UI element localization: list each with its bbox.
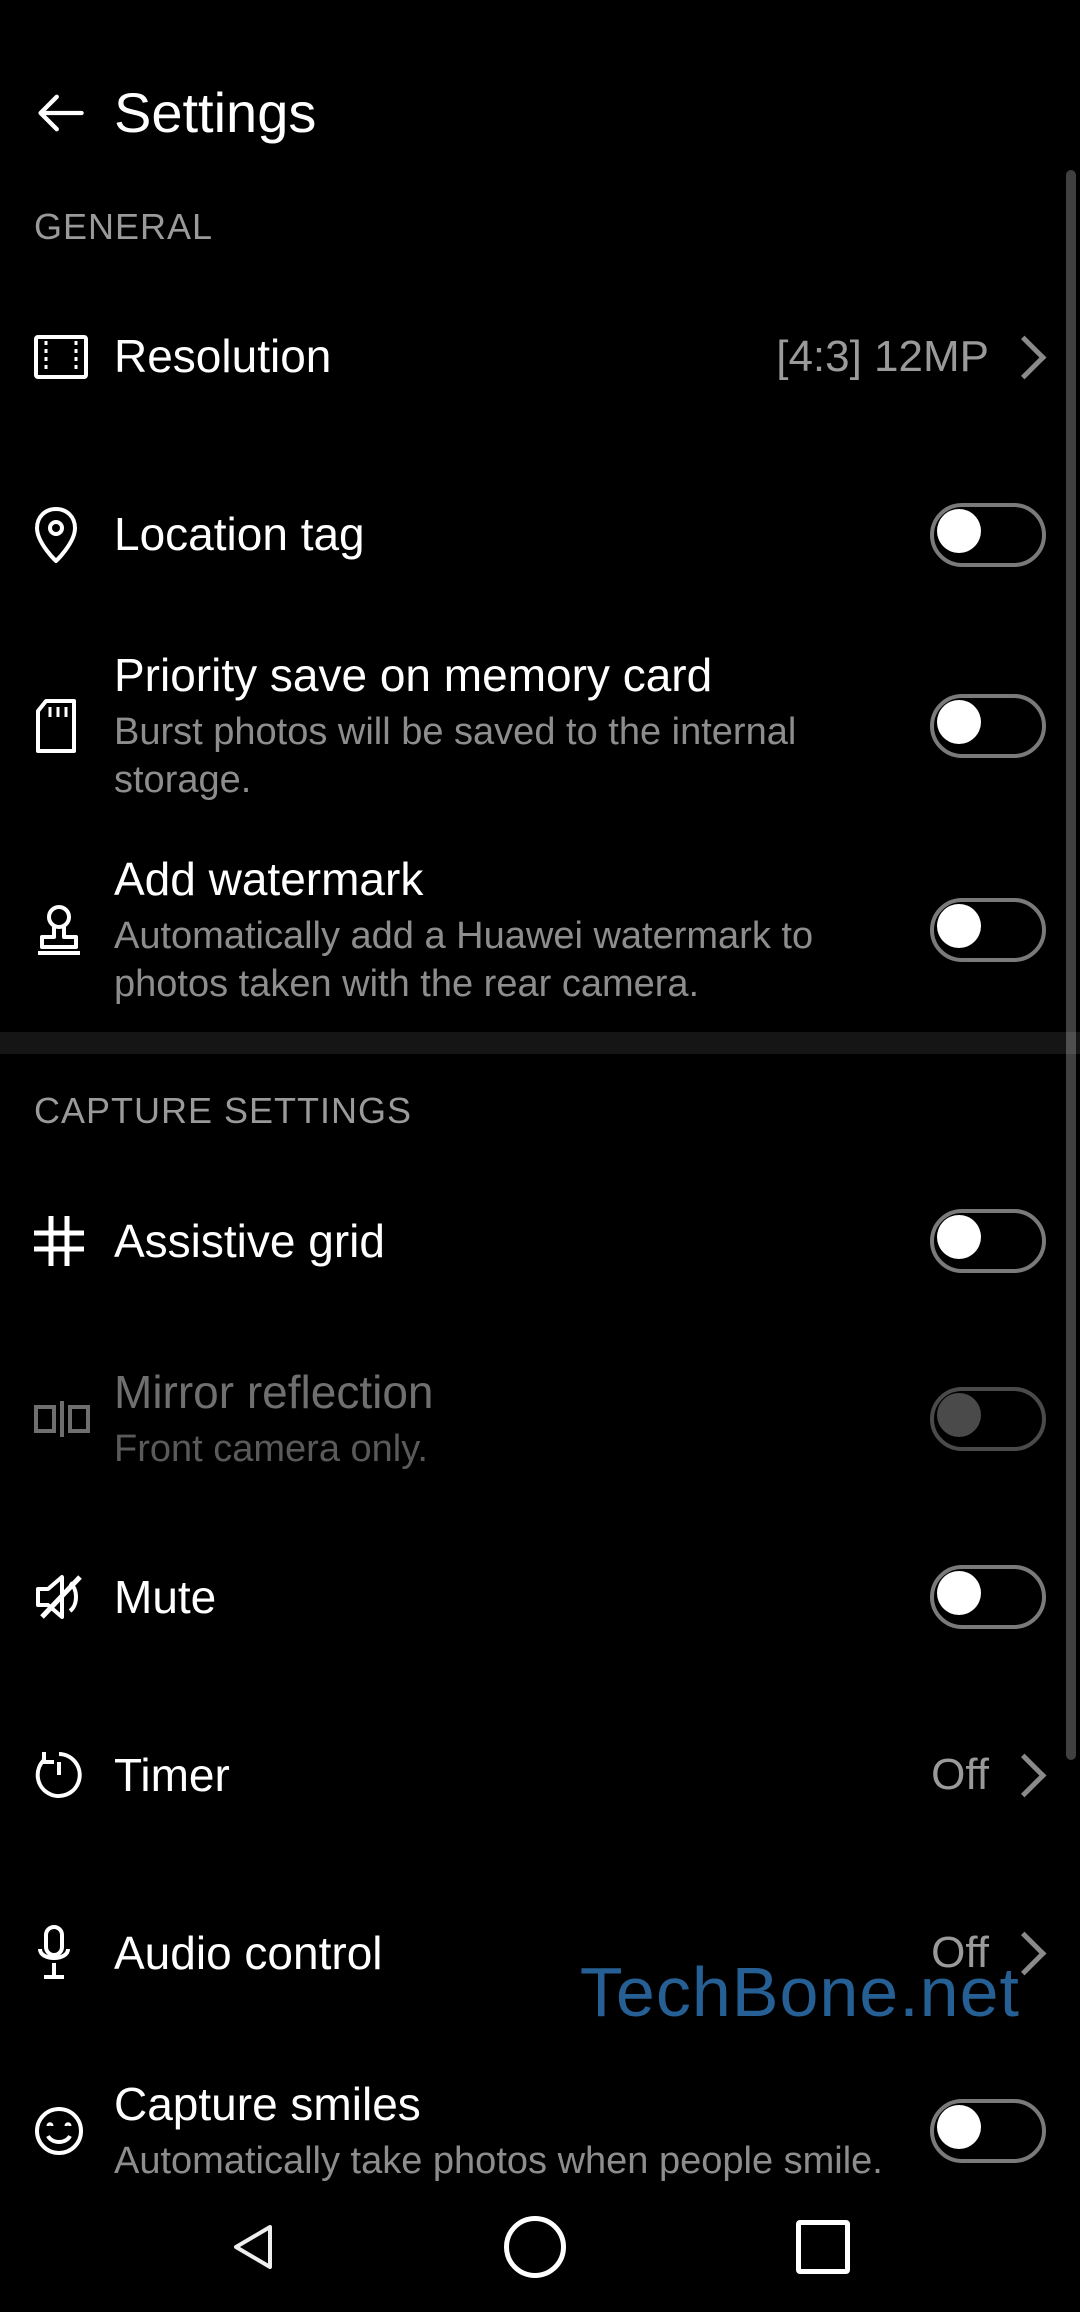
row-location-tag[interactable]: Location tag bbox=[0, 446, 1080, 624]
timer-icon bbox=[34, 1750, 84, 1800]
nav-back-icon bbox=[230, 2223, 274, 2271]
mirror-sub: Front camera only. bbox=[114, 1426, 910, 1474]
row-mute[interactable]: Mute bbox=[0, 1508, 1080, 1686]
watermark-label: Add watermark bbox=[114, 852, 910, 907]
mute-icon bbox=[34, 1573, 88, 1621]
location-tag-label: Location tag bbox=[114, 507, 910, 562]
section-header-general: GENERAL bbox=[0, 170, 1080, 268]
sd-card-icon bbox=[34, 699, 78, 753]
section-divider bbox=[0, 1032, 1080, 1054]
location-icon bbox=[34, 507, 78, 563]
mute-label: Mute bbox=[114, 1570, 910, 1625]
mirror-toggle bbox=[930, 1387, 1046, 1451]
row-resolution[interactable]: Resolution [4:3] 12MP bbox=[0, 268, 1080, 446]
grid-icon bbox=[34, 1216, 84, 1266]
row-timer[interactable]: Timer Off bbox=[0, 1686, 1080, 1864]
row-audio-control[interactable]: Audio control Off bbox=[0, 1864, 1080, 2042]
resolution-icon bbox=[34, 335, 88, 379]
watermark-sub: Automatically add a Huawei watermark to … bbox=[114, 913, 910, 1008]
nav-home-button[interactable] bbox=[504, 2216, 566, 2278]
row-mirror-reflection: Mirror reflection Front camera only. bbox=[0, 1330, 1080, 1508]
smile-icon bbox=[34, 2106, 84, 2156]
resolution-value: [4:3] 12MP bbox=[776, 332, 989, 382]
row-watermark[interactable]: Add watermark Automatically add a Huawei… bbox=[0, 828, 1080, 1032]
row-assistive-grid[interactable]: Assistive grid bbox=[0, 1152, 1080, 1330]
row-priority-save[interactable]: Priority save on memory card Burst photo… bbox=[0, 624, 1080, 828]
settings-scroll-area[interactable]: GENERAL Resolution [4:3] 12MP bbox=[0, 170, 1080, 2182]
stamp-icon bbox=[34, 903, 84, 957]
capture-smiles-sub: Automatically take photos when people sm… bbox=[114, 2138, 910, 2186]
location-tag-toggle[interactable] bbox=[930, 503, 1046, 567]
chevron-right-icon bbox=[1003, 1753, 1047, 1797]
priority-save-sub: Burst photos will be saved to the intern… bbox=[114, 709, 910, 804]
mute-toggle[interactable] bbox=[930, 1565, 1046, 1629]
priority-save-toggle[interactable] bbox=[930, 694, 1046, 758]
back-button[interactable] bbox=[30, 83, 90, 143]
nav-recent-button[interactable] bbox=[796, 2220, 850, 2274]
mirror-icon bbox=[34, 1399, 90, 1439]
nav-back-button[interactable] bbox=[230, 2223, 274, 2271]
chevron-right-icon bbox=[1003, 335, 1047, 379]
arrow-left-icon bbox=[33, 86, 87, 140]
status-bar bbox=[0, 0, 1080, 60]
assistive-grid-toggle[interactable] bbox=[930, 1209, 1046, 1273]
timer-label: Timer bbox=[114, 1748, 911, 1803]
page-title: Settings bbox=[114, 80, 316, 145]
timer-value: Off bbox=[931, 1750, 989, 1800]
resolution-label: Resolution bbox=[114, 329, 756, 384]
audio-control-label: Audio control bbox=[114, 1926, 911, 1981]
microphone-icon bbox=[34, 1925, 74, 1981]
watermark-toggle[interactable] bbox=[930, 898, 1046, 962]
scroll-indicator[interactable] bbox=[1066, 170, 1076, 1760]
app-bar: Settings bbox=[0, 60, 1080, 175]
audio-control-value: Off bbox=[931, 1928, 989, 1978]
capture-smiles-toggle[interactable] bbox=[930, 2099, 1046, 2163]
section-header-capture: CAPTURE SETTINGS bbox=[0, 1054, 1080, 1152]
mirror-label: Mirror reflection bbox=[114, 1365, 910, 1420]
navigation-bar bbox=[0, 2182, 1080, 2312]
priority-save-label: Priority save on memory card bbox=[114, 648, 910, 703]
chevron-right-icon bbox=[1003, 1931, 1047, 1975]
assistive-grid-label: Assistive grid bbox=[114, 1214, 910, 1269]
capture-smiles-label: Capture smiles bbox=[114, 2077, 910, 2132]
